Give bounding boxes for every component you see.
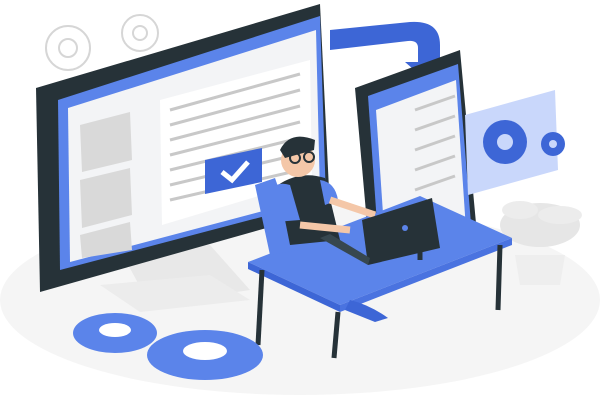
illustration bbox=[0, 0, 600, 400]
gear-icon bbox=[73, 313, 157, 353]
illustration-svg bbox=[0, 4, 600, 395]
settings-card bbox=[465, 90, 565, 195]
gear-icon bbox=[147, 330, 263, 380]
